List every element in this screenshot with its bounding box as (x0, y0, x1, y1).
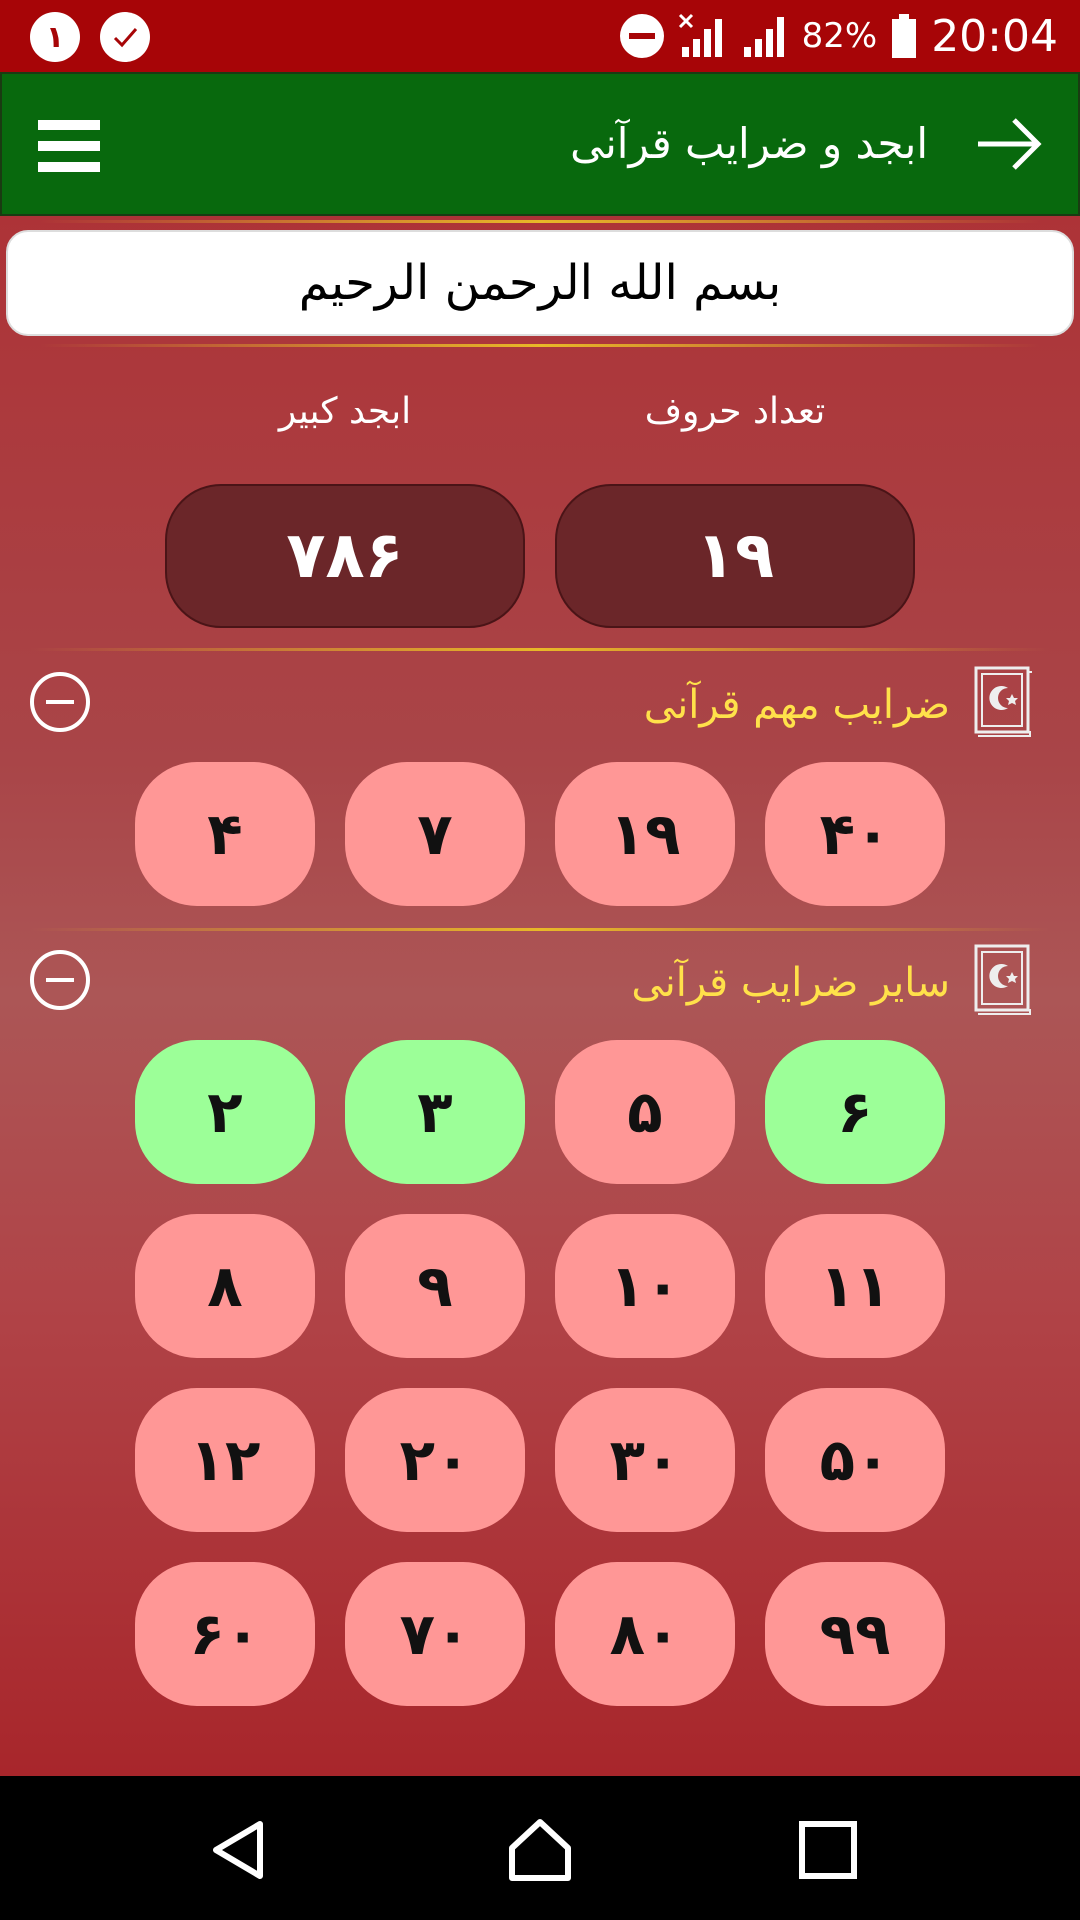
coefficient-button[interactable]: ١٢ (135, 1388, 315, 1532)
check-icon (100, 12, 150, 62)
quran-book-icon (974, 666, 1032, 737)
section-title-important: ضرایب مهم قرآنی (643, 682, 950, 728)
coefficient-button[interactable]: ٣ (345, 1040, 525, 1184)
status-icons: 82% 20:04 (619, 0, 1058, 72)
collapse-icon[interactable] (30, 950, 90, 1010)
divider (30, 928, 1050, 931)
arrow-right-icon[interactable] (974, 116, 1044, 172)
coefficient-button[interactable]: ٢٠ (345, 1388, 525, 1532)
signal-icon (743, 17, 784, 57)
coefficient-button[interactable]: ١١ (765, 1214, 945, 1358)
letter-count-label: تعداد حروف (644, 391, 826, 432)
coefficient-button[interactable]: ۴ (135, 762, 315, 906)
divider (40, 220, 1040, 223)
abjad-label: ابجد کبیر (278, 391, 412, 432)
divider (30, 648, 1050, 651)
recents-nav-icon[interactable] (796, 1818, 860, 1882)
coefficient-button[interactable]: ١٠ (555, 1214, 735, 1358)
app-title: ابجد و ضرایب قرآنی (570, 119, 928, 168)
hamburger-menu-icon[interactable] (38, 120, 100, 172)
battery-percent: 82% (801, 16, 878, 56)
quran-book-icon (974, 944, 1031, 1015)
signal-no-sim-icon (678, 13, 722, 57)
letter-count-value: ١٩ (555, 484, 915, 628)
clock: 20:04 (931, 10, 1058, 62)
status-bar: ١ 82% 20:04 (0, 0, 1080, 72)
coefficient-button[interactable]: ٩ (345, 1214, 525, 1358)
battery-icon (892, 14, 917, 58)
notification-badge: ١ (30, 12, 80, 62)
coefficient-button[interactable]: ٧ (345, 762, 525, 906)
back-nav-icon[interactable] (208, 1818, 272, 1882)
coefficient-button[interactable]: ۶ (765, 1040, 945, 1184)
phrase-input[interactable]: بسم الله الرحمن الرحیم (6, 230, 1074, 336)
main-content: بسم الله الرحمن الرحیم تعداد حروف ابجد ک… (0, 216, 1080, 1776)
do-not-disturb-icon (619, 14, 664, 58)
navigation-bar (0, 1776, 1080, 1920)
collapse-icon[interactable] (30, 672, 90, 732)
home-nav-icon[interactable] (508, 1818, 572, 1882)
coefficient-button[interactable]: ٢ (135, 1040, 315, 1184)
section-title-other: سایر ضرایب قرآنی (631, 960, 950, 1006)
coefficient-button[interactable]: ٧٠ (345, 1562, 525, 1706)
app-bar: ابجد و ضرایب قرآنی (0, 72, 1080, 216)
coefficient-button[interactable]: ۴٠ (765, 762, 945, 906)
coefficient-button[interactable]: ٨٠ (555, 1562, 735, 1706)
screen: ١ 82% 20:04 ابجد و ضرایب قرآنی بسم الله … (0, 0, 1080, 1920)
coefficient-button[interactable]: ١٩ (555, 762, 735, 906)
coefficient-button[interactable]: ۶٠ (135, 1562, 315, 1706)
divider (40, 344, 1040, 347)
coefficient-button[interactable]: ۵٠ (765, 1388, 945, 1532)
abjad-value: ٧٨۶ (165, 484, 525, 628)
coefficient-button[interactable]: ٩٩ (765, 1562, 945, 1706)
coefficient-button[interactable]: ۵ (555, 1040, 735, 1184)
coefficient-button[interactable]: ٨ (135, 1214, 315, 1358)
coefficient-button[interactable]: ٣٠ (555, 1388, 735, 1532)
